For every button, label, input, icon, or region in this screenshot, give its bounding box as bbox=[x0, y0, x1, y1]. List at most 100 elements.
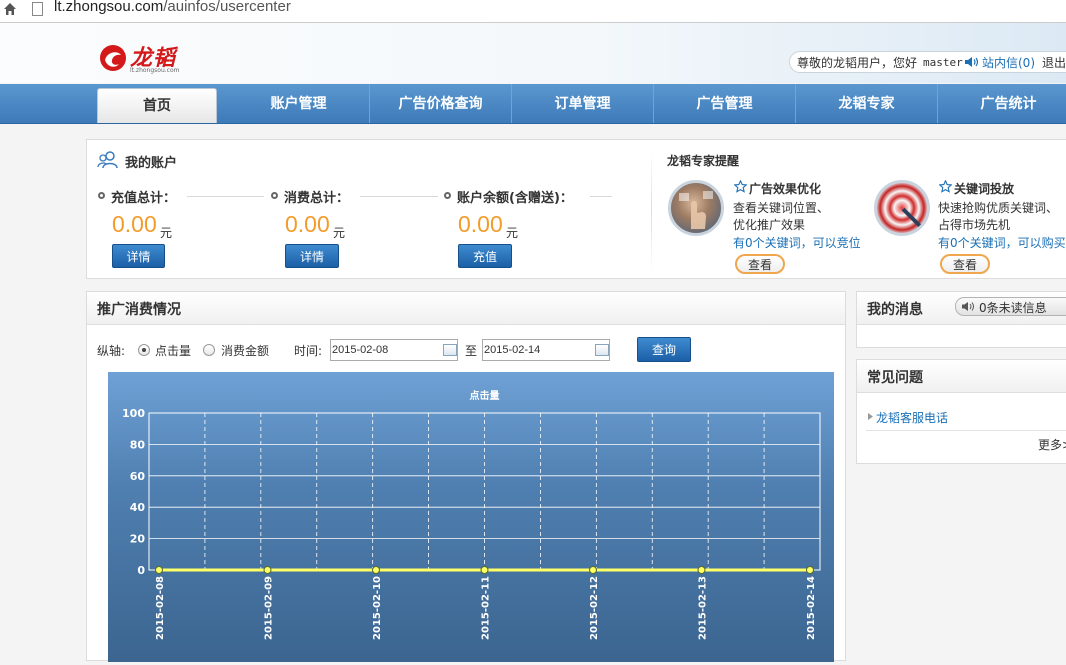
username-text: master bbox=[923, 56, 963, 69]
ad-optimization-desc1: 查看关键词位置、 bbox=[733, 201, 830, 215]
home-icon[interactable] bbox=[3, 2, 17, 16]
recharge-button[interactable]: 充值 bbox=[458, 244, 512, 268]
data-point bbox=[480, 566, 489, 574]
amount-option-label[interactable]: 消费金额 bbox=[221, 342, 269, 359]
ad-optimization-link[interactable]: 有0个关键词，可以竞位 bbox=[733, 234, 861, 251]
promotion-spend-title: 推广消费情况 bbox=[97, 302, 181, 318]
nav-home[interactable]: 首页 bbox=[97, 88, 217, 123]
url-domain: lt.zhongsou.com bbox=[54, 0, 164, 15]
balance-value: 0.00 bbox=[458, 211, 503, 237]
clicks-chart: 0 20 40 60 80 100 点击量 2015-02-08 2015-02-09 2015-… bbox=[108, 372, 834, 662]
faq-item-customer-service[interactable]: 龙韬客服电话 bbox=[876, 409, 948, 426]
keyword-launch-title[interactable]: 关键词投放 bbox=[954, 180, 1014, 197]
spend-total-label: 消费总计： bbox=[284, 191, 350, 206]
balance-label: 账户余额(含赠送)： bbox=[457, 191, 573, 206]
keyword-launch-link[interactable]: 有0个关键词，可以购买 bbox=[938, 234, 1066, 251]
spend-total-value: 0.00 bbox=[285, 211, 330, 237]
hand-touch-icon bbox=[679, 191, 713, 229]
nav-ad-management[interactable]: 广告管理 bbox=[654, 84, 796, 123]
calendar-icon[interactable] bbox=[595, 344, 609, 356]
faq-title: 常见问题 bbox=[867, 370, 923, 386]
clicks-radio[interactable] bbox=[138, 344, 150, 356]
data-point bbox=[263, 566, 272, 574]
nav-longtao-expert[interactable]: 龙韬专家 bbox=[796, 84, 938, 123]
time-label: 时间: bbox=[294, 344, 323, 358]
dragon-logo-icon[interactable] bbox=[98, 43, 128, 73]
y-tick-label: 0 bbox=[137, 564, 145, 577]
spend-detail-button[interactable]: 详情 bbox=[285, 244, 339, 268]
keyword-target-image bbox=[874, 180, 930, 236]
data-point bbox=[155, 566, 163, 574]
data-point bbox=[697, 566, 706, 574]
bullet-icon bbox=[271, 192, 278, 199]
data-point bbox=[806, 566, 814, 574]
recharge-total-label: 充值总计： bbox=[111, 191, 177, 206]
to-label: 至 bbox=[465, 344, 478, 358]
data-point bbox=[372, 566, 380, 574]
greeting-text: 尊敬的龙韬用户，您好 bbox=[797, 56, 918, 70]
y-tick-label: 20 bbox=[130, 533, 146, 546]
panel-header bbox=[87, 292, 845, 325]
divider bbox=[360, 196, 438, 197]
panel-divider bbox=[651, 150, 652, 272]
logout-link[interactable]: 退出 bbox=[1042, 54, 1066, 71]
ad-optimization-view-button[interactable]: 查看 bbox=[735, 254, 785, 274]
ad-optimization-image bbox=[668, 180, 724, 236]
date-from-input[interactable]: 2015-02-08 bbox=[330, 339, 458, 361]
divider bbox=[187, 196, 264, 197]
bullet-icon bbox=[444, 192, 451, 199]
star-icon bbox=[939, 180, 952, 193]
x-tick-label: 2015-02-13 bbox=[698, 576, 709, 640]
x-tick-label: 2015-02-14 bbox=[806, 576, 817, 640]
query-button[interactable]: 查询 bbox=[637, 337, 691, 362]
y-tick-label: 100 bbox=[122, 407, 145, 420]
speaker-icon bbox=[962, 302, 974, 311]
chart-title: 点击量 bbox=[470, 389, 500, 402]
recharge-total-unit: 元 bbox=[160, 226, 173, 240]
clicks-option-label[interactable]: 点击量 bbox=[155, 342, 191, 359]
faq-more-link[interactable]: 更多> bbox=[1038, 436, 1066, 453]
y-tick-label: 80 bbox=[130, 438, 146, 451]
my-account-title: 我的账户 bbox=[125, 156, 178, 171]
spend-total-unit: 元 bbox=[333, 226, 346, 240]
x-tick-label: 2015-02-11 bbox=[481, 576, 492, 640]
date-to-input[interactable]: 2015-02-14 bbox=[482, 339, 610, 361]
data-point bbox=[589, 566, 597, 574]
star-icon bbox=[734, 180, 747, 193]
y-tick-label: 40 bbox=[130, 501, 146, 514]
expert-tips-title: 龙韬专家提醒 bbox=[667, 154, 740, 168]
site-messages-link[interactable]: 站内信(0) bbox=[982, 54, 1035, 71]
arrow-right-icon bbox=[868, 413, 873, 420]
bullet-icon bbox=[98, 192, 105, 199]
divider bbox=[590, 196, 612, 197]
keyword-launch-view-button[interactable]: 查看 bbox=[940, 254, 990, 274]
target-icon bbox=[901, 207, 923, 229]
nav-account-management[interactable]: 账户管理 bbox=[228, 84, 370, 123]
x-tick-label: 2015-02-09 bbox=[264, 576, 275, 640]
balance-unit: 元 bbox=[506, 226, 519, 240]
keyword-launch-desc1: 快速抢购优质关键词、 bbox=[938, 201, 1059, 215]
chart-canvas: 0 20 40 60 80 100 点击量 2015-02-08 2015-02-09 2015-… bbox=[122, 389, 821, 640]
keyword-launch-desc2: 占得市场先机 bbox=[938, 218, 1011, 232]
x-tick-label: 2015-02-12 bbox=[589, 576, 600, 640]
unread-messages-text[interactable]: 0条未读信息 bbox=[979, 299, 1047, 316]
divider bbox=[866, 430, 1066, 431]
page-icon bbox=[32, 2, 43, 16]
url-text[interactable]: lt.zhongsou.com/auinfos/usercenter bbox=[54, 0, 291, 15]
nav-ad-statistics[interactable]: 广告统计 bbox=[938, 84, 1066, 123]
ad-optimization-desc2: 优化推广效果 bbox=[733, 218, 806, 232]
url-path: /auinfos/usercenter bbox=[163, 0, 291, 15]
amount-radio[interactable] bbox=[203, 344, 215, 356]
my-messages-title: 我的消息 bbox=[867, 302, 923, 318]
speaker-icon bbox=[965, 57, 979, 67]
logo-subtext: lt.zhongsou.com bbox=[130, 67, 180, 74]
nav-order-management[interactable]: 订单管理 bbox=[512, 84, 654, 123]
nav-ad-price-query[interactable]: 广告价格查询 bbox=[370, 84, 512, 123]
recharge-detail-button[interactable]: 详情 bbox=[112, 244, 165, 268]
users-icon bbox=[97, 151, 118, 169]
y-axis-label: 纵轴: bbox=[97, 344, 126, 358]
recharge-total-value: 0.00 bbox=[112, 211, 157, 237]
calendar-icon[interactable] bbox=[443, 344, 457, 356]
x-tick-label: 2015-02-08 bbox=[155, 576, 166, 640]
ad-optimization-title[interactable]: 广告效果优化 bbox=[749, 180, 821, 197]
